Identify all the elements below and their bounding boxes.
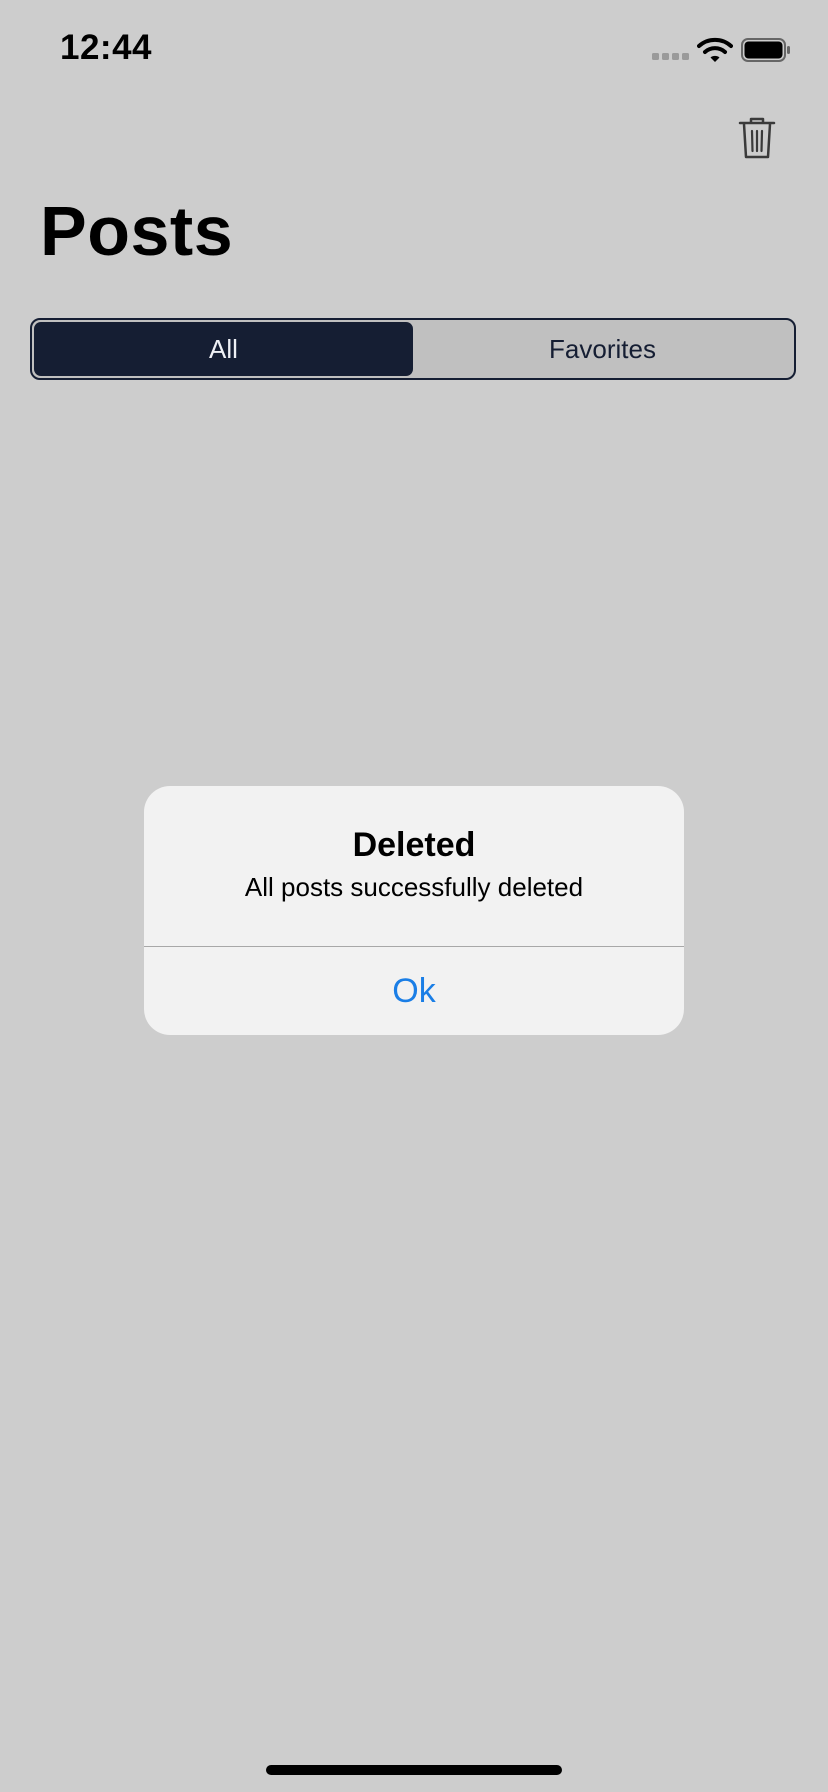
alert-title: Deleted <box>352 826 476 864</box>
home-indicator[interactable] <box>266 1765 562 1775</box>
segment-favorites[interactable]: Favorites <box>413 322 792 376</box>
alert-message: All posts successfully deleted <box>244 872 584 902</box>
status-time: 12:44 <box>60 28 153 67</box>
alert-dialog: Deleted All posts successfully deleted O… <box>144 786 684 1035</box>
cellular-signal-icon <box>652 53 692 61</box>
wifi-icon <box>697 37 733 62</box>
status-bar: 12:44 <box>0 0 828 100</box>
alert-body: Deleted All posts successfully deleted <box>144 786 684 946</box>
segment-all[interactable]: All <box>34 322 413 376</box>
segmented-control: All Favorites <box>30 318 796 380</box>
ok-button[interactable]: Ok <box>144 947 684 1035</box>
trash-icon[interactable] <box>737 116 777 160</box>
page-title: Posts <box>40 192 234 270</box>
battery-icon <box>741 38 790 62</box>
